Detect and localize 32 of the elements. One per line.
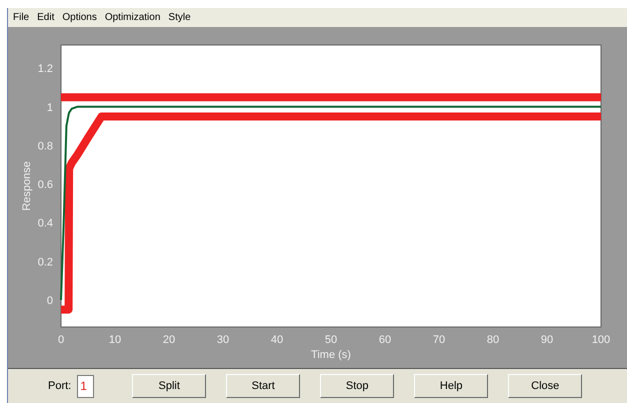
- toolbar-button[interactable]: Split: [132, 374, 206, 398]
- x-tick-label: 80: [486, 334, 500, 346]
- y-tick-label: 1.2: [38, 63, 53, 76]
- menu-item[interactable]: Style: [168, 10, 191, 25]
- x-tick-label: 40: [270, 334, 284, 346]
- x-tick-label: 10: [108, 334, 122, 346]
- menu-item[interactable]: Options: [62, 10, 97, 25]
- menu-item[interactable]: Edit: [37, 10, 54, 25]
- y-tick-label: 0: [46, 294, 53, 307]
- toolbar-button[interactable]: Stop: [320, 374, 394, 398]
- x-tick-label: 70: [432, 334, 446, 346]
- port-field[interactable]: 1: [77, 374, 94, 398]
- x-tick-label: 60: [378, 334, 392, 346]
- x-axis-label: Time (s): [311, 349, 351, 361]
- y-tick-label: 0.2: [38, 256, 53, 268]
- port-label: Port:: [48, 378, 72, 394]
- y-tick-label: 0.4: [38, 218, 53, 230]
- menu-item[interactable]: Optimization: [104, 10, 160, 25]
- toolbar-button[interactable]: Close: [508, 374, 582, 398]
- y-axis-label: Response: [21, 161, 33, 211]
- x-tick-label: 0: [58, 334, 64, 346]
- menu-item[interactable]: File: [13, 10, 30, 25]
- x-tick-label: 50: [324, 334, 338, 346]
- x-tick-label: 90: [540, 334, 554, 346]
- x-tick-label: 100: [592, 334, 610, 346]
- toolbar-button[interactable]: Start: [226, 374, 300, 398]
- y-tick-label: 1: [46, 102, 53, 114]
- x-tick-label: 30: [216, 334, 230, 346]
- y-tick-label: 0.8: [38, 140, 53, 152]
- x-tick-label: 20: [162, 334, 176, 346]
- toolbar-button[interactable]: Help: [414, 374, 488, 398]
- y-tick-label: 0.6: [38, 179, 53, 192]
